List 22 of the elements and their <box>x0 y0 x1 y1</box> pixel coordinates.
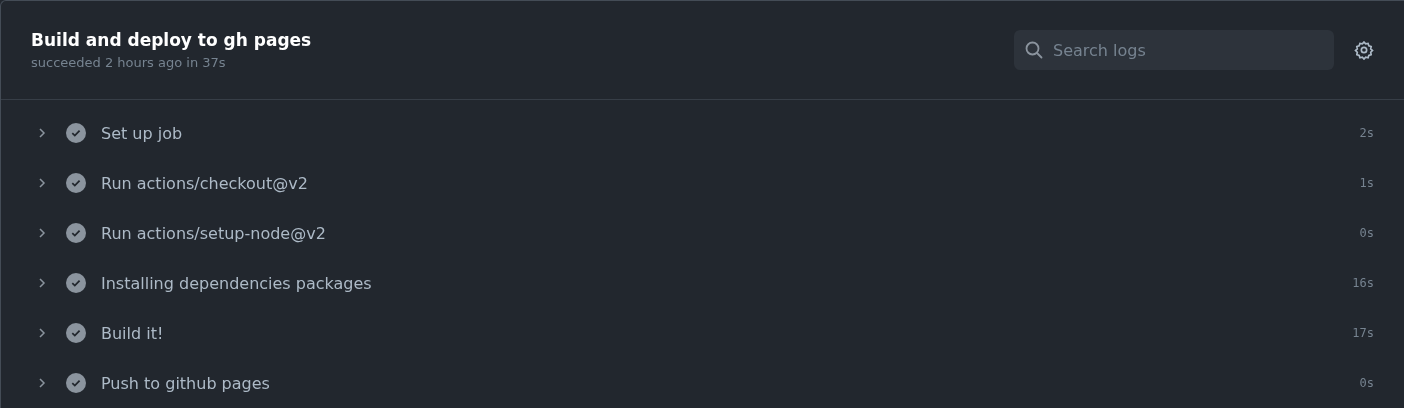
step-row[interactable]: Push to github pages 0s <box>1 358 1404 408</box>
step-name: Push to github pages <box>101 373 271 393</box>
job-summary: succeeded 2 hours ago in 37s <box>31 55 227 70</box>
step-duration: 0s <box>1359 226 1374 240</box>
step-name: Build it! <box>101 323 165 343</box>
step-row[interactable]: Run actions/checkout@v2 1s <box>1 158 1404 208</box>
step-name: Set up job <box>101 123 184 143</box>
step-row[interactable]: Run actions/setup-node@v2 0s <box>1 208 1404 258</box>
step-row[interactable]: Set up job 2s <box>1 108 1404 158</box>
step-name: Run actions/checkout@v2 <box>101 173 309 193</box>
step-duration: 16s <box>1352 276 1374 290</box>
step-duration: 17s <box>1352 326 1374 340</box>
step-row[interactable]: Build it! 17s <box>1 308 1404 358</box>
step-duration: 2s <box>1359 126 1374 140</box>
step-name: Run actions/setup-node@v2 <box>101 223 327 243</box>
step-name: Installing dependencies packages <box>101 273 373 293</box>
step-duration: 0s <box>1359 376 1374 390</box>
search-field[interactable]: Search logs <box>1014 30 1334 70</box>
job-title: Build and deploy to gh pages <box>31 30 313 50</box>
settings-icon[interactable] <box>1354 40 1374 60</box>
step-duration: 1s <box>1359 176 1374 190</box>
step-row[interactable]: Installing dependencies packages 16s <box>1 258 1404 308</box>
